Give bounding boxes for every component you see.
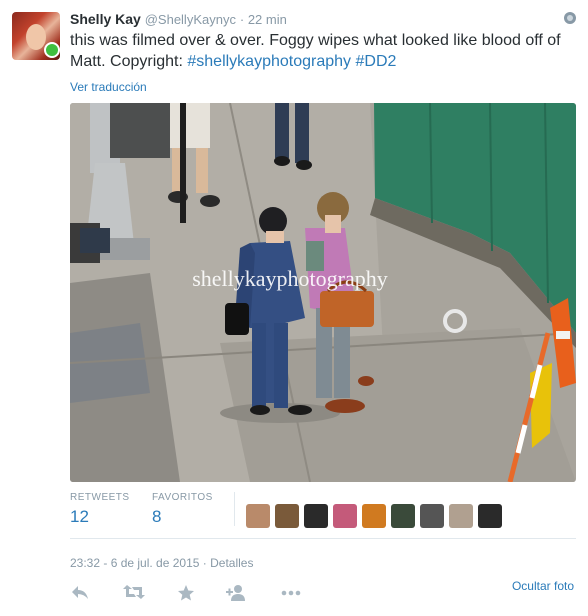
favoriter-avatar[interactable] — [275, 504, 299, 528]
favorites-label: FAVORITOS — [152, 492, 213, 503]
user-handle[interactable]: @ShellyKaynyc — [145, 12, 236, 27]
tweet-photo[interactable]: shellykayphotography — [70, 103, 576, 482]
online-dot — [44, 42, 60, 58]
avatar[interactable] — [12, 12, 60, 60]
globe-icon — [564, 12, 576, 24]
user-name[interactable]: Shelly Kay — [70, 11, 141, 27]
avatar-face — [26, 24, 46, 50]
favorites-count: 8 — [152, 507, 162, 526]
tweet-meta: 23:32 - 6 de jul. de 2015 · Detalles — [70, 556, 254, 570]
retweets-label: RETWEETS — [70, 492, 130, 503]
favoriter-avatar[interactable] — [246, 504, 270, 528]
favorites-stat[interactable]: FAVORITOS 8 — [152, 492, 213, 527]
favoriter-avatar[interactable] — [333, 504, 357, 528]
more-icon[interactable] — [280, 584, 302, 602]
retweets-count: 12 — [70, 507, 89, 526]
stats-divider — [234, 492, 235, 526]
tweet-stats: RETWEETS 12 FAVORITOS 8 — [70, 492, 576, 539]
hashtag-shellykayphotography[interactable]: #shellykayphotography — [187, 53, 351, 70]
favoriter-avatar[interactable] — [362, 504, 386, 528]
favorite-icon[interactable] — [176, 584, 196, 602]
details-link[interactable]: Detalles — [210, 556, 253, 570]
retweet-icon[interactable] — [122, 584, 146, 602]
follow-icon[interactable] — [226, 584, 248, 602]
hide-photo-link[interactable]: Ocultar foto — [512, 579, 574, 593]
favoriter-avatar[interactable] — [449, 504, 473, 528]
favoriter-avatar[interactable] — [391, 504, 415, 528]
favoriter-avatar[interactable] — [478, 504, 502, 528]
translate-link[interactable]: Ver traducción — [70, 80, 147, 94]
retweets-stat[interactable]: RETWEETS 12 — [70, 492, 130, 527]
tweet-card: Shelly Kay @ShellyKaynyc · 22 min this w… — [0, 0, 588, 616]
tweet-time[interactable]: 22 min — [248, 12, 287, 27]
tweet-text: this was filmed over & over. Foggy wipes… — [70, 30, 570, 72]
favoriter-avatar[interactable] — [304, 504, 328, 528]
photo-watermark: shellykayphotography — [192, 266, 388, 291]
hashtag-dd2[interactable]: #DD2 — [356, 53, 397, 70]
reply-icon[interactable] — [70, 584, 90, 602]
tweet-header: Shelly Kay @ShellyKaynyc · 22 min — [70, 11, 287, 27]
favoriter-avatar[interactable] — [420, 504, 444, 528]
tweet-timestamp[interactable]: 23:32 - 6 de jul. de 2015 — [70, 556, 199, 570]
